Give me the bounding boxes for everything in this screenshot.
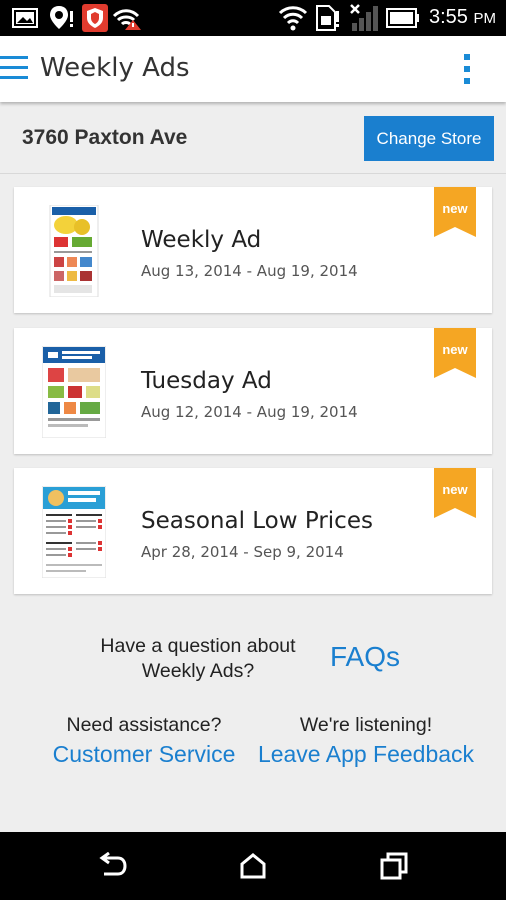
gallery-icon	[12, 8, 38, 28]
status-ampm: PM	[473, 10, 497, 27]
new-badge-label: new	[442, 201, 468, 216]
system-nav-bar	[0, 832, 506, 900]
store-address: 3760 Paxton Ave	[22, 126, 188, 149]
store-bar: 3760 Paxton Ave Change Store	[0, 102, 506, 174]
seasonal-ad-thumbnail	[42, 486, 106, 578]
ad-title: Tuesday Ad	[141, 368, 272, 394]
wifi-alert-icon	[112, 9, 141, 30]
tuesday-ad-thumbnail	[42, 346, 106, 438]
assistance-label: Need assistance?	[66, 714, 222, 736]
new-badge: new	[434, 328, 476, 378]
status-time: 3:55 PM	[429, 6, 497, 28]
sim-icon	[316, 5, 339, 31]
new-badge-label: new	[442, 342, 468, 357]
ad-card-weekly[interactable]: Weekly Ad Aug 13, 2014 - Aug 19, 2014 ne…	[14, 187, 492, 313]
customer-service-link[interactable]: Customer Service	[40, 741, 248, 768]
faq-question-text: Have a question about Weekly Ads?	[100, 635, 296, 682]
more-vertical-icon[interactable]	[464, 54, 470, 84]
leave-feedback-link[interactable]: Leave App Feedback	[250, 741, 482, 768]
location-alert-icon	[50, 6, 73, 29]
signal-no-service-icon	[350, 4, 378, 31]
ad-card-tuesday[interactable]: Tuesday Ad Aug 12, 2014 - Aug 19, 2014 n…	[14, 328, 492, 454]
new-badge: new	[434, 468, 476, 518]
battery-icon	[386, 8, 419, 28]
new-badge-label: new	[442, 482, 468, 497]
status-bar: 3:55 PM	[0, 0, 506, 36]
recents-icon[interactable]	[380, 852, 408, 880]
shield-app-icon	[82, 4, 108, 32]
new-badge: new	[434, 187, 476, 237]
home-icon[interactable]	[239, 852, 267, 880]
weekly-ad-thumbnail	[42, 205, 106, 297]
ad-card-seasonal[interactable]: Seasonal Low Prices Apr 28, 2014 - Sep 9…	[14, 468, 492, 594]
faqs-link[interactable]: FAQs	[330, 641, 400, 673]
listening-label: We're listening!	[299, 714, 433, 736]
app-bar: Weekly Ads	[0, 36, 506, 102]
customer-service-block: Need assistance? Customer Service	[40, 714, 248, 768]
hamburger-menu-icon[interactable]	[0, 56, 30, 82]
feedback-block: We're listening! Leave App Feedback	[250, 714, 482, 768]
change-store-button[interactable]: Change Store	[364, 116, 494, 161]
wifi-icon	[278, 6, 308, 31]
ad-dates: Aug 13, 2014 - Aug 19, 2014	[141, 262, 358, 280]
ad-title: Seasonal Low Prices	[141, 508, 373, 534]
ad-dates: Apr 28, 2014 - Sep 9, 2014	[141, 543, 344, 561]
page-title: Weekly Ads	[40, 53, 190, 83]
ad-dates: Aug 12, 2014 - Aug 19, 2014	[141, 403, 358, 421]
back-icon[interactable]	[98, 852, 128, 880]
ad-title: Weekly Ad	[141, 227, 262, 253]
